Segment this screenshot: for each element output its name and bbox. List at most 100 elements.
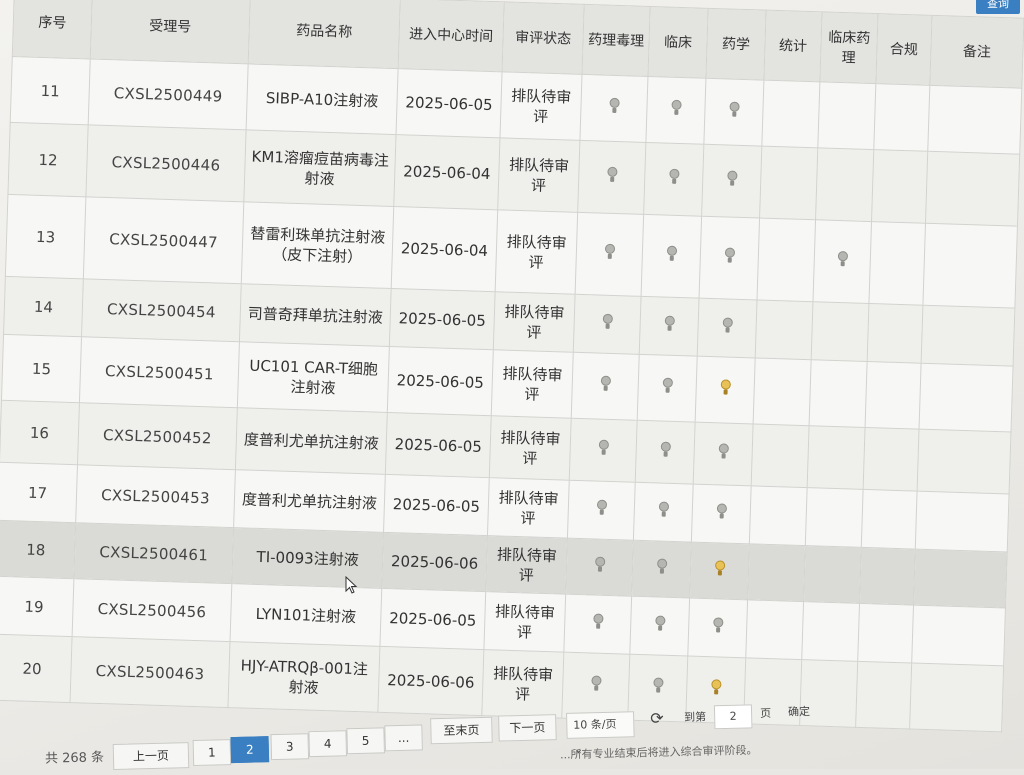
lightbulb-icon[interactable]	[669, 169, 679, 185]
review-status: 排队待审评	[487, 477, 570, 539]
column-header: 药学	[705, 8, 767, 81]
lightbulb-icon[interactable]	[720, 379, 730, 395]
review-progress-cell	[868, 221, 926, 306]
lightbulb-icon[interactable]	[653, 677, 663, 693]
center-entry-time: 2025-06-06	[381, 532, 488, 592]
review-progress-cell	[751, 423, 810, 488]
column-header: 统计	[763, 10, 823, 82]
row-seq: 18	[0, 520, 76, 579]
center-entry-time: 2025-06-05	[387, 346, 494, 416]
review-progress-cell	[859, 547, 916, 606]
row-seq: 20	[0, 634, 73, 703]
row-seq: 16	[0, 400, 80, 465]
drug-name: TI-0093注射液	[231, 527, 384, 589]
review-progress-cell	[571, 352, 640, 421]
lightbulb-icon[interactable]	[658, 502, 668, 518]
last-page-button[interactable]: 至末页	[430, 716, 493, 745]
page-number-button[interactable]: 2	[230, 736, 270, 764]
lightbulb-icon[interactable]	[662, 378, 672, 394]
page-ellipsis[interactable]: ...	[384, 724, 423, 752]
page-size-select[interactable]: 10 条/页 ⌄	[566, 711, 635, 756]
column-header: 临床药理	[819, 11, 879, 84]
review-progress-cell	[691, 484, 752, 544]
review-status: 排队待审评	[485, 535, 568, 595]
review-progress-cell	[811, 301, 869, 362]
review-progress-cell	[755, 299, 813, 360]
lightbulb-icon[interactable]	[660, 442, 670, 458]
refresh-icon[interactable]: ⟳	[650, 707, 664, 731]
lightbulb-icon[interactable]	[714, 560, 724, 576]
lightbulb-icon[interactable]	[594, 557, 604, 573]
row-seq: 13	[5, 194, 86, 279]
review-progress-cell	[803, 545, 862, 604]
drug-name: 司普奇拜单抗注射液	[239, 283, 392, 347]
lightbulb-icon[interactable]	[593, 613, 603, 629]
lightbulb-icon[interactable]	[837, 251, 847, 267]
lightbulb-icon[interactable]	[604, 244, 614, 260]
lightbulb-icon[interactable]	[711, 679, 721, 695]
lightbulb-icon[interactable]	[716, 503, 726, 519]
review-progress-cell	[687, 598, 748, 658]
lightbulb-icon[interactable]	[596, 500, 606, 516]
review-progress-cell	[815, 147, 874, 222]
page-number-button[interactable]: 1	[192, 739, 232, 767]
lightbulb-icon[interactable]	[729, 102, 739, 118]
lightbulb-icon[interactable]	[591, 675, 601, 691]
column-header: 备注	[929, 15, 1024, 89]
review-progress-cell	[629, 596, 690, 656]
prev-page-button[interactable]: 上一页	[112, 742, 190, 770]
row-seq: 17	[0, 462, 78, 523]
acceptance-number: CXSL2500453	[75, 464, 236, 528]
review-progress-cell	[579, 74, 648, 143]
lightbulb-icon[interactable]	[609, 98, 619, 114]
lightbulb-icon[interactable]	[664, 316, 674, 332]
lightbulb-icon[interactable]	[722, 317, 732, 333]
lightbulb-icon[interactable]	[607, 167, 617, 183]
drug-name: UC101 CAR-T细胞注射液	[237, 341, 390, 413]
review-status: 排队待审评	[497, 137, 580, 213]
lightbulb-icon[interactable]	[671, 100, 681, 116]
lightbulb-icon[interactable]	[713, 617, 723, 633]
review-progress-cell	[573, 294, 642, 355]
lightbulb-icon[interactable]	[656, 558, 666, 574]
query-button[interactable]: 查询	[976, 0, 1020, 14]
column-header: 药品名称	[248, 0, 401, 69]
total-count: 共 268 条	[44, 750, 105, 767]
review-progress-cell	[809, 359, 868, 428]
lightbulb-icon[interactable]	[600, 376, 610, 392]
lightbulb-icon[interactable]	[727, 170, 737, 186]
review-progress-cell	[863, 427, 920, 492]
lightbulb-icon[interactable]	[602, 314, 612, 330]
notice-text: ...所有专业结束后将进入综合审评阶段。	[559, 743, 758, 762]
review-progress-cell	[633, 482, 694, 543]
lightbulb-icon[interactable]	[598, 440, 608, 456]
lightbulb-icon[interactable]	[655, 615, 665, 631]
review-progress-cell	[873, 83, 930, 152]
review-status: 排队待审评	[491, 349, 574, 419]
page-number-button[interactable]: 4	[308, 730, 348, 758]
lightbulb-icon[interactable]	[724, 247, 734, 263]
review-progress-cell	[577, 140, 646, 215]
next-page-button[interactable]: 下一页	[498, 714, 557, 742]
page-number-button[interactable]: 5	[346, 727, 385, 755]
center-entry-time: 2025-06-06	[377, 646, 484, 716]
review-progress-cell	[919, 363, 1014, 433]
lightbulb-icon[interactable]	[718, 443, 728, 459]
review-progress-cell	[807, 425, 866, 490]
review-progress-cell	[805, 487, 864, 548]
row-seq: 14	[3, 276, 84, 337]
lightbulb-icon[interactable]	[666, 246, 676, 262]
drug-name: 替雷利珠单抗注射液（皮下注射）	[241, 201, 394, 289]
review-progress-cell	[637, 354, 698, 423]
goto-page-input[interactable]: 2	[713, 704, 753, 730]
drug-name: 度普利尤单抗注射液	[235, 407, 388, 475]
review-progress-cell	[801, 601, 860, 662]
acceptance-number: CXSL2500452	[77, 402, 238, 470]
confirm-button[interactable]: 确定	[788, 700, 811, 725]
center-entry-time: 2025-06-05	[379, 588, 486, 650]
page-number-button[interactable]: 3	[270, 733, 310, 761]
column-header: 受理号	[90, 0, 251, 64]
acceptance-number: CXSL2500454	[81, 278, 242, 342]
review-progress-cell	[925, 151, 1020, 227]
review-progress-cell	[703, 78, 764, 147]
